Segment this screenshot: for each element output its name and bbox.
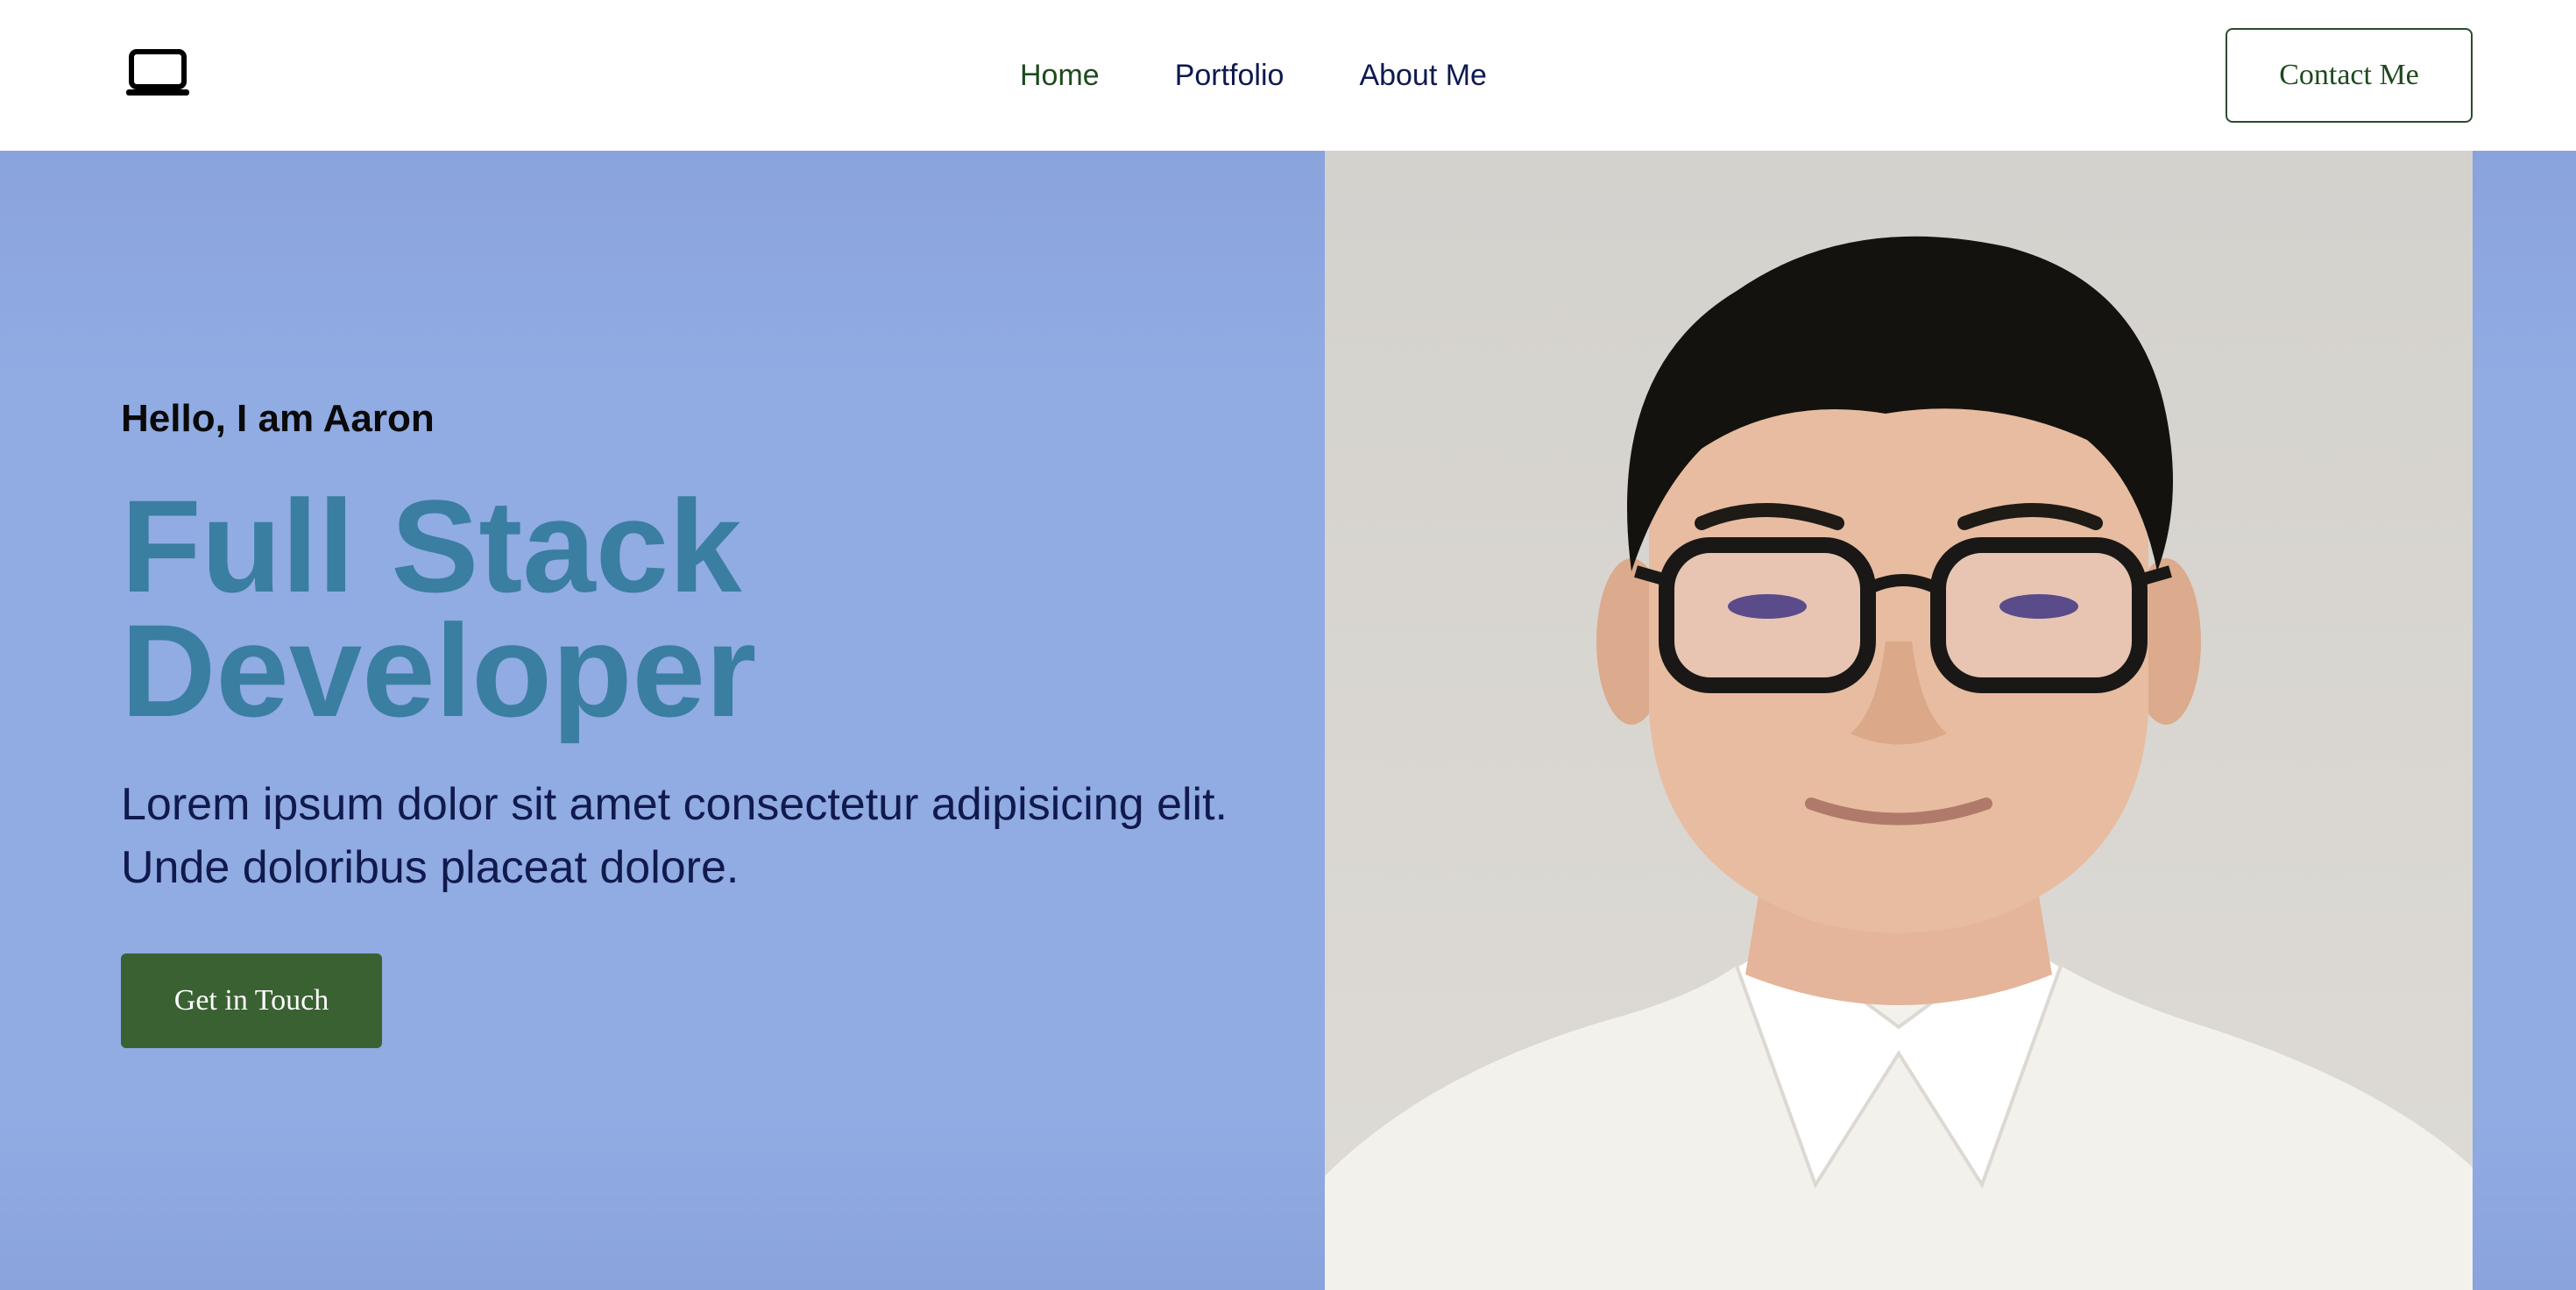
site-header: Home Portfolio About Me Contact Me: [0, 0, 2576, 151]
hero-title: Full Stack Developer: [121, 480, 1313, 736]
hero-text: Hello, I am Aaron Full Stack Developer L…: [121, 394, 1313, 1048]
nav-portfolio[interactable]: Portfolio: [1175, 56, 1284, 95]
hero-description: Lorem ipsum dolor sit amet consectetur a…: [121, 779, 1228, 893]
hero-title-line2: Developer: [121, 597, 757, 744]
hero-greeting: Hello, I am Aaron: [121, 397, 435, 440]
main-nav: Home Portfolio About Me: [1020, 56, 1487, 95]
get-in-touch-button[interactable]: Get in Touch: [121, 953, 382, 1048]
hero-section: Hello, I am Aaron Full Stack Developer L…: [0, 151, 2576, 1290]
nav-home[interactable]: Home: [1020, 56, 1100, 95]
contact-me-button[interactable]: Contact Me: [2226, 28, 2473, 123]
nav-about-me[interactable]: About Me: [1359, 56, 1487, 95]
portrait-photo: [1325, 151, 2473, 1290]
laptop-icon[interactable]: [126, 49, 189, 98]
